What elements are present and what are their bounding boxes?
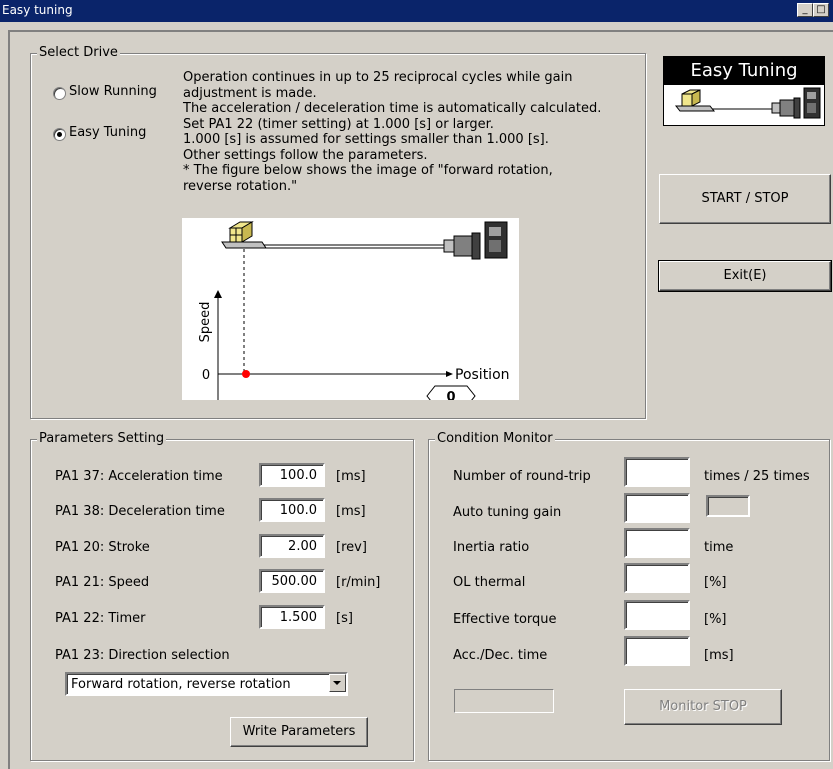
easy-tuning-label[interactable]: Easy Tuning (69, 125, 146, 140)
speed-unit: [r/min] (336, 575, 381, 590)
effective-torque-value (624, 600, 690, 630)
direction-select[interactable]: Forward rotation, reverse rotation (65, 672, 348, 696)
inertia-ratio-value (624, 528, 690, 558)
parameters-setting-group: Parameters Setting (30, 431, 414, 761)
tuning-figure: Speed Position 0 0 (182, 218, 519, 400)
round-trip-label: Number of round-trip (453, 469, 591, 484)
timer-unit: [s] (336, 611, 353, 626)
write-parameters-button[interactable]: Write Parameters (230, 717, 368, 747)
decel-time-unit: [ms] (336, 504, 366, 519)
logo-title: Easy Tuning (664, 57, 824, 85)
logo-machine-icon (674, 87, 821, 119)
maximize-button[interactable]: □ (813, 3, 829, 17)
minimize-icon: _ (802, 4, 808, 15)
minimize-button[interactable]: _ (797, 3, 813, 17)
acc-dec-time-unit: [ms] (704, 648, 734, 663)
timer-input[interactable]: 1.500 (259, 605, 325, 629)
window-title: Easy tuning (2, 3, 73, 17)
monitor-stop-button[interactable]: Monitor STOP (624, 689, 782, 725)
decel-time-input[interactable]: 100.0 (259, 498, 325, 522)
dropdown-arrow-button[interactable] (329, 674, 346, 692)
accel-time-unit: [ms] (336, 469, 366, 484)
timer-label: PA1 22: Timer (55, 611, 146, 626)
direction-select-value: Forward rotation, reverse rotation (71, 677, 291, 692)
stroke-label: PA1 20: Stroke (55, 540, 150, 555)
auto-tuning-gain-label: Auto tuning gain (453, 505, 562, 520)
stroke-unit: [rev] (336, 540, 367, 555)
round-trip-unit: times / 25 times (704, 469, 810, 484)
effective-torque-label: Effective torque (453, 612, 557, 627)
monitor-status-field (454, 689, 554, 713)
start-stop-button[interactable]: START / STOP (659, 174, 831, 224)
maximize-icon: □ (816, 4, 826, 15)
accel-time-label: PA1 37: Acceleration time (55, 469, 223, 484)
position-axis-label: Position (455, 367, 510, 383)
easy-tuning-window: Easy tuning _ □ Select Drive Slow Runnin… (0, 0, 833, 769)
ol-thermal-unit: [%] (704, 575, 727, 590)
speed-axis-label: Speed (198, 302, 213, 343)
direction-selection-label: PA1 23: Direction selection (55, 648, 230, 663)
table-slider-shape (221, 241, 267, 249)
exit-button[interactable]: Exit(E) (658, 260, 832, 292)
zero-label: 0 (202, 368, 210, 383)
stroke-input[interactable]: 2.00 (259, 534, 325, 558)
inertia-ratio-unit: time (704, 540, 734, 555)
easy-tuning-description: Operation continues in up to 25 reciproc… (183, 70, 602, 194)
easy-tuning-logo: Easy Tuning (663, 56, 825, 126)
inertia-ratio-label: Inertia ratio (453, 540, 530, 555)
title-bar: Easy tuning _ □ (0, 0, 833, 22)
current-position-marker (242, 370, 250, 378)
decel-time-label: PA1 38: Deceleration time (55, 504, 225, 519)
position-counter-value: 0 (446, 390, 455, 400)
client-area: Select Drive Slow Running Easy Tuning Op… (8, 30, 833, 769)
easy-tuning-radio[interactable] (53, 128, 66, 141)
ol-thermal-value (624, 563, 690, 593)
servo-amplifier-icon (484, 221, 508, 259)
parameters-setting-label: Parameters Setting (37, 431, 167, 446)
auto-tuning-gain-indicator (706, 495, 750, 517)
chevron-down-icon (333, 681, 341, 685)
auto-tuning-gain-value (624, 493, 690, 523)
speed-input[interactable]: 500.00 (259, 569, 325, 593)
speed-label: PA1 21: Speed (55, 575, 150, 590)
condition-monitor-label: Condition Monitor (435, 431, 555, 446)
accel-time-input[interactable]: 100.0 (259, 463, 325, 487)
acc-dec-time-value (624, 636, 690, 666)
effective-torque-unit: [%] (704, 612, 727, 627)
slow-running-label[interactable]: Slow Running (69, 84, 157, 99)
slow-running-radio[interactable] (53, 87, 66, 100)
acc-dec-time-label: Acc./Dec. time (453, 648, 548, 663)
ol-thermal-label: OL thermal (453, 575, 526, 590)
select-drive-label: Select Drive (37, 45, 120, 60)
round-trip-value (624, 457, 690, 487)
